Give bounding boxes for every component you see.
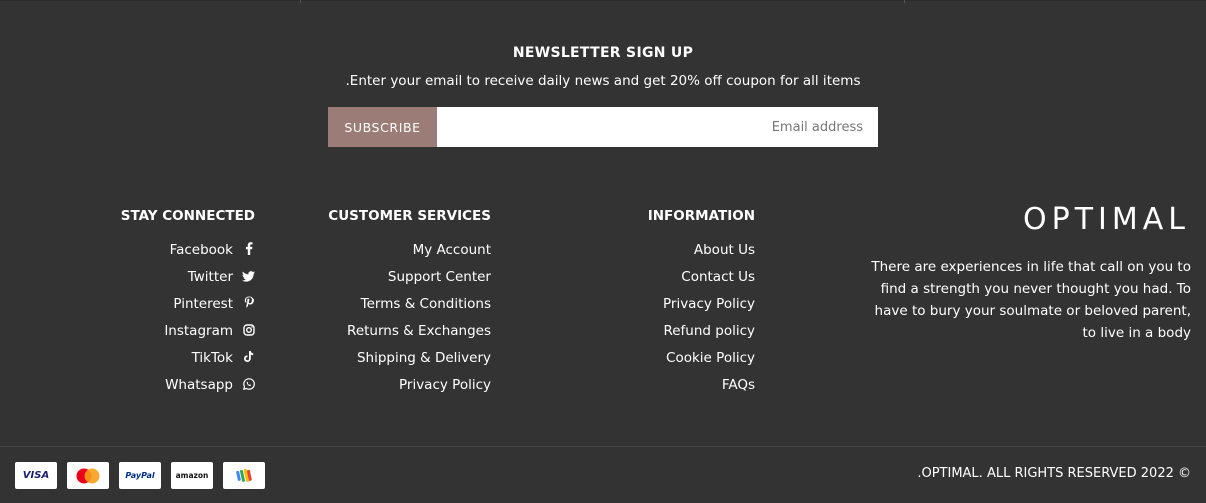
mastercard-icon [67, 462, 109, 489]
social-link-label[interactable]: Twitter [188, 268, 233, 286]
social-link-label[interactable]: Pinterest [173, 295, 233, 313]
google-wallet-icon [223, 462, 265, 489]
payment-methods: VISA PayPal amazon [15, 462, 265, 489]
tiktok-icon [242, 349, 255, 367]
footer-link-terms[interactable]: Terms & Conditions [300, 295, 491, 322]
footer-link-contact-us[interactable]: Contact Us [600, 268, 755, 295]
stay-connected-column: STAY CONNECTED Facebook Twitter Pinteres… [100, 207, 255, 403]
footer-link-cookie-policy[interactable]: Cookie Policy [600, 349, 755, 376]
social-link-label[interactable]: Facebook [170, 241, 233, 259]
footer-link-faqs[interactable]: FAQs [600, 376, 755, 403]
pinterest-icon [242, 295, 255, 313]
social-link-instagram[interactable]: Instagram [100, 322, 255, 349]
footer-link-refund-policy[interactable]: Refund policy [600, 322, 755, 349]
footer-link[interactable]: My Account [413, 241, 491, 259]
subscribe-button[interactable]: SUBSCRIBE [328, 107, 437, 147]
social-link-pinterest[interactable]: Pinterest [100, 295, 255, 322]
social-link-whatsapp[interactable]: Whatsapp [100, 376, 255, 403]
top-divider-tick [300, 0, 301, 3]
customer-services-title: CUSTOMER SERVICES [328, 208, 491, 224]
social-link-facebook[interactable]: Facebook [100, 241, 255, 268]
brand-logo[interactable]: OPTIMAL [870, 203, 1190, 237]
amazon-icon: amazon [171, 462, 213, 489]
footer-link-my-account[interactable]: My Account [300, 241, 491, 268]
information-title: INFORMATION [647, 208, 755, 224]
newsletter-form: SUBSCRIBE [328, 107, 878, 147]
social-link-label[interactable]: TikTok [192, 349, 233, 367]
top-divider [0, 0, 1206, 1]
footer-link-support-center[interactable]: Support Center [300, 268, 491, 295]
bottom-divider [0, 446, 1206, 447]
stay-connected-title: STAY CONNECTED [120, 208, 255, 224]
visa-card-icon: VISA [15, 462, 57, 489]
footer-link[interactable]: FAQs [722, 376, 755, 394]
facebook-icon [242, 241, 255, 259]
visa-label: VISA [22, 470, 50, 481]
footer-link-privacy-policy[interactable]: Privacy Policy [600, 295, 755, 322]
footer-link[interactable]: Contact Us [681, 268, 755, 286]
footer-link[interactable]: Privacy Policy [399, 376, 491, 394]
brand-description: There are experiences in life that call … [871, 259, 1191, 341]
social-link-tiktok[interactable]: TikTok [100, 349, 255, 376]
twitter-icon [242, 268, 255, 286]
customer-services-column: CUSTOMER SERVICES My Account Support Cen… [300, 207, 491, 403]
copyright-text: .OPTIMAL. ALL RIGHTS RESERVED 2022 © [917, 466, 1191, 481]
footer-link[interactable]: Returns & Exchanges [347, 322, 491, 340]
top-divider-tick [904, 0, 905, 3]
footer-link[interactable]: Refund policy [663, 322, 755, 340]
email-input[interactable] [437, 107, 878, 147]
social-link-label[interactable]: Instagram [164, 322, 233, 340]
social-link-twitter[interactable]: Twitter [100, 268, 255, 295]
newsletter-title: NEWSLETTER SIGN UP [512, 45, 694, 61]
footer-link-returns[interactable]: Returns & Exchanges [300, 322, 491, 349]
footer-link[interactable]: Terms & Conditions [361, 295, 491, 313]
footer-link-about-us[interactable]: About Us [600, 241, 755, 268]
social-link-label[interactable]: Whatsapp [165, 376, 233, 394]
footer-link[interactable]: About Us [694, 241, 755, 259]
footer-link[interactable]: Support Center [388, 268, 491, 286]
instagram-icon [242, 322, 255, 340]
footer-link[interactable]: Privacy Policy [663, 295, 755, 313]
footer-link[interactable]: Cookie Policy [666, 349, 755, 367]
footer-link-privacy[interactable]: Privacy Policy [300, 376, 491, 403]
paypal-label: PayPal [125, 471, 155, 480]
amazon-label: amazon [175, 471, 209, 480]
whatsapp-icon [242, 376, 255, 394]
information-column: INFORMATION About Us Contact Us Privacy … [600, 207, 755, 403]
footer-link-shipping[interactable]: Shipping & Delivery [300, 349, 491, 376]
newsletter-description: .Enter your email to receive daily news … [345, 73, 861, 89]
footer-link[interactable]: Shipping & Delivery [357, 349, 491, 367]
paypal-icon: PayPal [119, 462, 161, 489]
